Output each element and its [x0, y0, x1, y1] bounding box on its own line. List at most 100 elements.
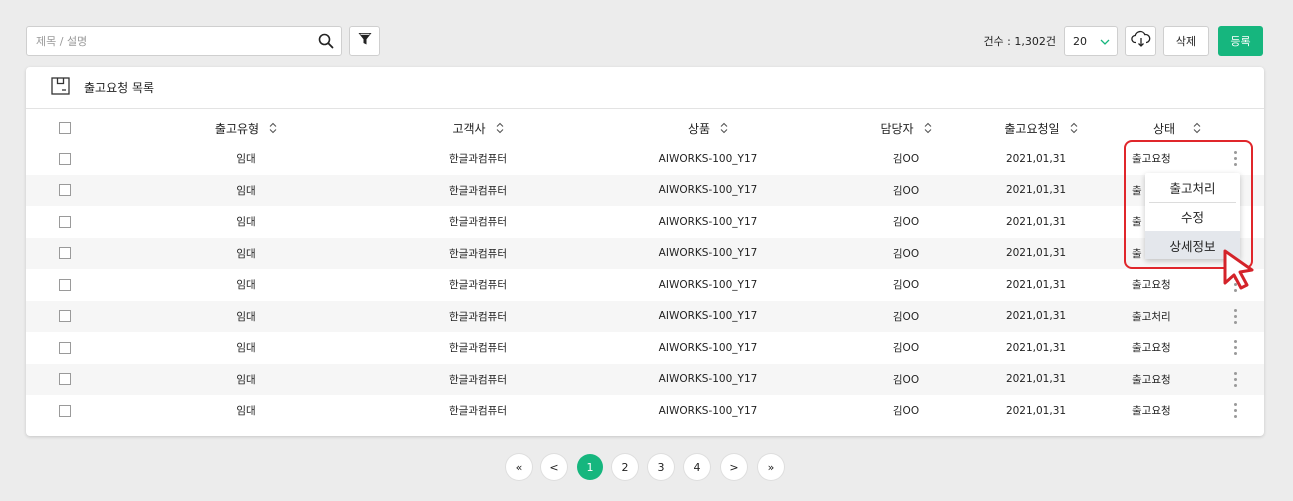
column-release-type[interactable]: 출고유형	[166, 114, 326, 142]
sort-icon[interactable]	[720, 122, 728, 134]
cell-product: AIWORKS-100_Y17	[658, 341, 758, 354]
cell-customer: 한글과컴퓨터	[449, 342, 507, 355]
cell-request-date: 2021,01,31	[1005, 247, 1067, 260]
cell-customer: 한글과컴퓨터	[449, 184, 507, 197]
table-row[interactable]: 임대 한글과컴퓨터 AIWORKS-100_Y17 김OO 2021,01,31 출	[26, 174, 1264, 206]
page-size-select[interactable]: 20	[1064, 26, 1118, 56]
search-box	[26, 26, 342, 56]
cell-product: AIWORKS-100_Y17	[658, 152, 758, 165]
cell-release-type: 임대	[236, 153, 256, 166]
column-label: 출고유형	[214, 121, 260, 136]
last-page-button[interactable]: »	[758, 454, 784, 480]
cell-customer: 한글과컴퓨터	[449, 216, 507, 229]
menu-item-detail[interactable]: 상세정보	[1145, 231, 1240, 259]
table-row[interactable]: 임대 한글과컴퓨터 AIWORKS-100_Y17 김OO 2021,01,31 출	[26, 237, 1264, 269]
sort-icon[interactable]	[1193, 122, 1201, 134]
delete-button[interactable]: 삭제	[1163, 26, 1209, 56]
cell-request-date: 2021,01,31	[1005, 341, 1067, 354]
cell-release-type: 임대	[236, 247, 256, 260]
cell-manager: 김OO	[892, 279, 920, 292]
row-checkbox[interactable]	[59, 247, 71, 260]
more-vertical-icon[interactable]	[1228, 395, 1242, 427]
table-row[interactable]: 임대 한글과컴퓨터 AIWORKS-100_Y17 김OO 2021,01,31 출고처리	[26, 300, 1264, 333]
release-request-card: 출고요청 목록 출고유형 고객사 상품 담당자 출고요청일 상태 임대 한글과컴…	[26, 67, 1264, 436]
cell-status: 출고요청	[1132, 373, 1171, 386]
page-size-value: 20	[1073, 34, 1087, 48]
sort-icon[interactable]	[269, 122, 277, 134]
first-page-button[interactable]: «	[506, 454, 532, 480]
row-checkbox[interactable]	[59, 184, 71, 197]
cell-release-type: 임대	[236, 279, 256, 292]
cell-product: AIWORKS-100_Y17	[658, 373, 758, 386]
cell-customer: 한글과컴퓨터	[449, 153, 507, 166]
cell-request-date: 2021,01,31	[1005, 215, 1067, 228]
cell-request-date: 2021,01,31	[1005, 404, 1067, 417]
sort-icon[interactable]	[1070, 122, 1078, 134]
cell-manager: 김OO	[892, 247, 920, 260]
column-customer[interactable]: 고객사	[398, 114, 558, 142]
cell-status: 출고처리	[1132, 310, 1171, 323]
sort-icon[interactable]	[496, 122, 504, 134]
cell-manager: 김OO	[892, 405, 920, 418]
column-status[interactable]: 상태	[1122, 114, 1232, 142]
table-row[interactable]: 임대 한글과컴퓨터 AIWORKS-100_Y17 김OO 2021,01,31 출고요청	[26, 143, 1264, 175]
page-button-1[interactable]: 1	[577, 454, 603, 480]
table-row[interactable]: 임대 한글과컴퓨터 AIWORKS-100_Y17 김OO 2021,01,31 출고요청	[26, 332, 1264, 364]
row-select-cell	[58, 143, 72, 175]
row-checkbox[interactable]	[59, 152, 71, 165]
more-vertical-icon[interactable]	[1228, 301, 1242, 333]
row-action-menu: 출고처리 수정 상세정보	[1145, 173, 1240, 259]
filter-button[interactable]	[349, 26, 380, 56]
register-button[interactable]: 등록	[1218, 26, 1263, 56]
cell-manager: 김OO	[892, 216, 920, 229]
cell-manager: 김OO	[892, 373, 920, 386]
row-checkbox[interactable]	[59, 404, 71, 417]
row-checkbox[interactable]	[59, 215, 71, 228]
more-vertical-icon[interactable]	[1228, 364, 1242, 396]
search-icon[interactable]	[311, 27, 341, 55]
column-manager[interactable]: 담당자	[846, 114, 966, 142]
header-select-all	[58, 114, 72, 142]
search-input[interactable]	[27, 27, 311, 55]
download-button[interactable]	[1125, 26, 1156, 56]
column-product[interactable]: 상품	[628, 114, 788, 142]
prev-page-button[interactable]: <	[541, 454, 567, 480]
sort-icon[interactable]	[924, 122, 932, 134]
page-button-4[interactable]: 4	[684, 454, 710, 480]
more-vertical-icon[interactable]	[1228, 143, 1242, 175]
column-label: 상품	[687, 121, 711, 136]
row-checkbox[interactable]	[59, 373, 71, 386]
page-button-2[interactable]: 2	[612, 454, 638, 480]
filter-icon	[357, 31, 373, 51]
cell-product: AIWORKS-100_Y17	[658, 310, 758, 323]
table-row[interactable]: 임대 한글과컴퓨터 AIWORKS-100_Y17 김OO 2021,01,31 출고요청	[26, 363, 1264, 396]
select-all-checkbox[interactable]	[59, 122, 71, 134]
row-checkbox[interactable]	[59, 310, 71, 323]
table-row[interactable]: 임대 한글과컴퓨터 AIWORKS-100_Y17 김OO 2021,01,31 출고요청	[26, 269, 1264, 301]
cell-status: 출	[1132, 184, 1142, 197]
row-select-cell	[58, 269, 72, 301]
header-divider	[26, 108, 1264, 109]
menu-item-edit[interactable]: 수정	[1145, 202, 1240, 230]
more-vertical-icon[interactable]	[1228, 269, 1242, 301]
chevron-down-icon	[1100, 35, 1110, 48]
column-request-date[interactable]: 출고요청일	[976, 114, 1106, 142]
pagination: « < 1 2 3 4 > »	[0, 454, 1293, 480]
cell-customer: 한글과컴퓨터	[449, 279, 507, 292]
table-row[interactable]: 임대 한글과컴퓨터 AIWORKS-100_Y17 김OO 2021,01,31 출고요청	[26, 395, 1264, 427]
row-select-cell	[58, 395, 72, 427]
menu-item-release-process[interactable]: 출고처리	[1145, 173, 1240, 201]
table-header: 출고유형 고객사 상품 담당자 출고요청일 상태	[26, 114, 1264, 142]
cell-product: AIWORKS-100_Y17	[658, 215, 758, 228]
next-page-button[interactable]: >	[721, 454, 747, 480]
column-label: 고객사	[452, 121, 486, 136]
cell-status: 출	[1132, 216, 1142, 229]
cell-release-type: 임대	[236, 342, 256, 355]
row-checkbox[interactable]	[59, 341, 71, 354]
more-vertical-icon[interactable]	[1228, 332, 1242, 364]
cell-release-type: 임대	[236, 184, 256, 197]
cell-request-date: 2021,01,31	[1005, 152, 1067, 165]
table-row[interactable]: 임대 한글과컴퓨터 AIWORKS-100_Y17 김OO 2021,01,31 출	[26, 206, 1264, 238]
row-checkbox[interactable]	[59, 278, 71, 291]
page-button-3[interactable]: 3	[648, 454, 674, 480]
